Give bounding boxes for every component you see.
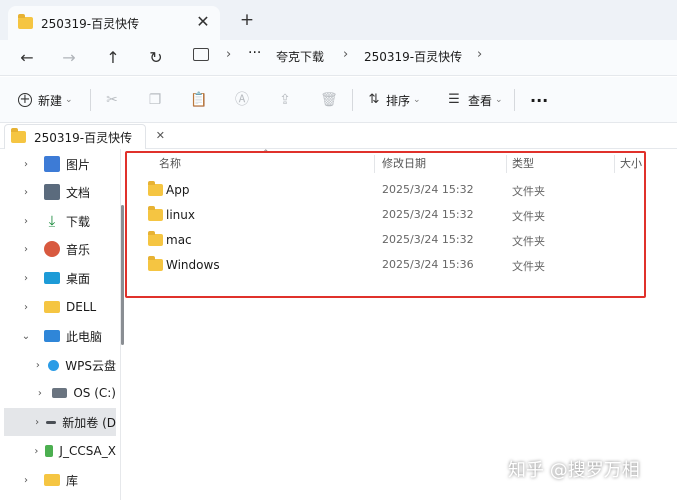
new-button-label: 新建 [38,93,63,108]
usb-drive-icon [44,445,54,457]
divider [514,89,515,111]
forward-button[interactable]: → [56,46,82,70]
folder-icon [11,128,26,143]
delete-icon[interactable]: 🗑 [318,89,340,111]
library-icon [44,474,60,486]
chevron-right-icon[interactable]: › [32,446,41,457]
sidebar-item-music[interactable]: › 音乐 [4,235,116,263]
cloud-icon [47,359,60,371]
watermark: 知乎 @搜罗万相 [508,460,640,481]
more-options-button[interactable]: ··· [530,89,548,111]
rename-icon[interactable]: Ⓐ [231,89,253,111]
sidebar-item-label: 库 [66,473,79,488]
new-button[interactable]: + 新建 ⌄ [18,89,73,111]
drive-icon [46,420,57,424]
folder-icon [18,14,33,29]
documents-icon [44,184,60,200]
chevron-right-icon[interactable]: › [32,388,48,399]
breadcrumb-item[interactable]: 夸克下载 [276,48,324,65]
breadcrumb-more-button[interactable]: ··· [248,45,261,61]
location-tab-row: 250319-百灵快传 ✕ [0,123,677,149]
plus-icon: + [18,92,32,107]
chevron-right-icon[interactable]: › [18,475,34,486]
sidebar-item-dell[interactable]: › DELL [4,293,116,321]
pictures-icon [44,156,60,172]
sidebar-item-label: 新加卷 (D [62,415,116,430]
sidebar-item-drive-d[interactable]: › 新加卷 (D [4,408,116,436]
sidebar-scrollbar[interactable] [121,205,124,345]
location-tab[interactable]: 250319-百灵快传 ✕ [4,124,165,149]
view-button-label: 查看 [468,93,493,108]
sidebar-item-this-pc[interactable]: ⌄ 此电脑 [4,322,116,350]
sidebar-item-label: J_CCSA_X [59,444,116,458]
chevron-down-icon: ⌄ [65,95,73,105]
sidebar-item-label: DELL [66,300,97,314]
close-tab-icon[interactable]: ✕ [192,11,214,33]
sort-icon: ⇅ [368,92,380,107]
close-icon[interactable]: ✕ [156,129,165,142]
title-bar: 250319-百灵快传 ✕ + [0,0,677,40]
folder-icon [44,301,60,313]
cut-icon[interactable]: ✂ [101,89,123,111]
sort-button-label: 排序 [386,93,411,108]
divider [90,89,91,111]
sidebar-item-desktop[interactable]: › 桌面 [4,264,116,292]
chevron-down-icon: ⌄ [413,95,421,105]
back-button[interactable]: ← [14,46,40,70]
breadcrumb-item[interactable]: 250319-百灵快传 [364,48,462,65]
sidebar-item-label: OS (C:) [73,386,116,400]
sidebar-item-label: 文档 [66,185,91,200]
sidebar-item-libraries[interactable]: › 库 [4,466,116,494]
chevron-right-icon[interactable]: › [18,302,34,313]
sidebar-item-label: 下载 [66,214,91,229]
chevron-right-icon[interactable]: › [18,216,34,227]
sidebar-item-usb-drive[interactable]: › J_CCSA_X [4,437,116,465]
chevron-right-icon: › [477,47,483,62]
up-button[interactable]: ↑ [100,46,126,70]
sidebar-item-label: 图片 [66,157,91,172]
location-tab-title: 250319-百灵快传 [34,130,133,145]
music-icon [44,241,60,257]
chevron-right-icon[interactable]: › [18,187,34,198]
sidebar-item-documents[interactable]: › 文档 [4,178,116,206]
desktop-icon [44,272,60,284]
paste-icon[interactable]: 📋 [188,89,210,111]
sidebar-item-pictures[interactable]: › 图片 [4,150,116,178]
share-icon[interactable]: ⇪ [274,89,296,111]
chevron-right-icon[interactable]: › [32,417,42,428]
monitor-icon [193,48,209,61]
chevron-down-icon: ⌄ [495,95,503,105]
navigation-pane: › 图片 › 文档 › ⤓ 下载 › 音乐 › 桌面 › DELL ⌄ 此电脑 › WPS云盘 ›… [0,149,120,500]
command-bar: + 新建 ⌄ ✂ ❐ 📋 Ⓐ ⇪ 🗑 ⇅ 排序 ⌄ ☰ 查看 ⌄ ··· [0,77,677,123]
sidebar-item-label: 音乐 [66,242,91,257]
sidebar-item-downloads[interactable]: › ⤓ 下载 [4,207,116,235]
drive-icon [51,388,68,398]
divider [352,89,353,111]
new-tab-button[interactable]: + [236,9,258,31]
tab-active[interactable]: 250319-百灵快传 ✕ [8,6,220,40]
download-icon: ⤓ [48,212,56,230]
tab-title: 250319-百灵快传 [41,16,140,31]
chevron-right-icon[interactable]: › [18,244,34,255]
sidebar-item-label: 桌面 [66,271,91,286]
refresh-button[interactable]: ↻ [143,46,169,70]
chevron-right-icon: › [343,47,349,62]
sidebar-item-wps-cloud[interactable]: › WPS云盘 [4,351,116,379]
chevron-down-icon[interactable]: ⌄ [18,331,34,342]
chevron-right-icon[interactable]: › [18,159,34,170]
sidebar-item-drive-c[interactable]: › OS (C:) [4,379,116,407]
view-button[interactable]: ☰ 查看 ⌄ [446,89,503,111]
sort-button[interactable]: ⇅ 排序 ⌄ [366,89,421,111]
highlight-box [125,151,646,298]
chevron-right-icon[interactable]: › [32,360,44,371]
address-bar-row: ← → ↑ ↻ › ··· 夸克下载 › 250319-百灵快传 › [0,40,677,76]
sidebar-item-label: 此电脑 [66,329,103,344]
view-list-icon: ☰ [448,92,460,107]
chevron-right-icon[interactable]: › [18,273,34,284]
chevron-right-icon: › [226,47,232,62]
copy-icon[interactable]: ❐ [144,89,166,111]
sidebar-item-label: WPS云盘 [65,358,116,373]
computer-icon [44,330,60,342]
